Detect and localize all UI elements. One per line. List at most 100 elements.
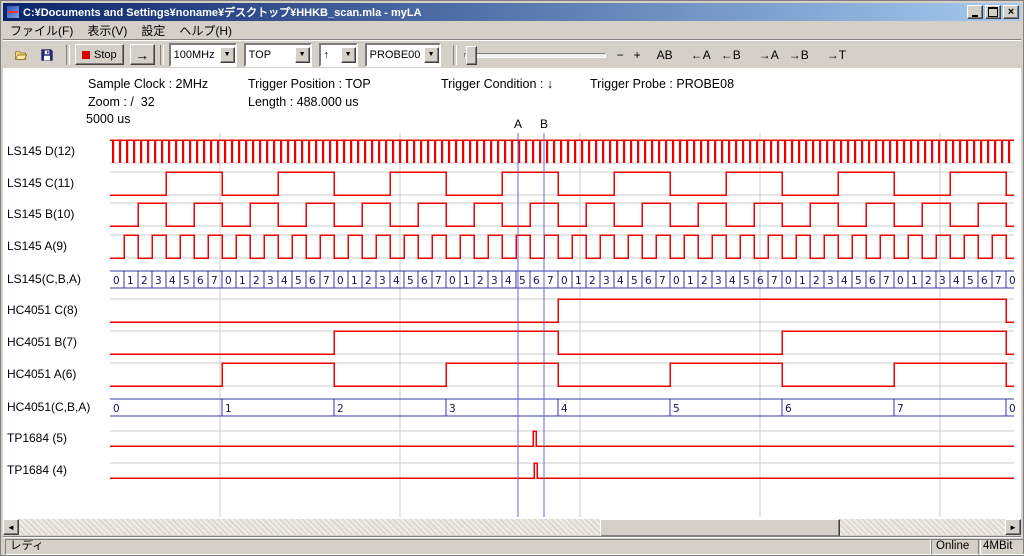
waveform-pulse — [700, 140, 702, 163]
channel-label[interactable]: HC4051 C(8) — [7, 303, 78, 317]
close-button[interactable]: × — [1003, 5, 1019, 19]
waveform-pulse — [721, 140, 723, 163]
open-button[interactable] — [9, 44, 33, 66]
scrollbar-thumb[interactable] — [600, 519, 840, 537]
channel-label[interactable]: LS145 D(12) — [7, 144, 75, 158]
bus-value: 2 — [477, 275, 484, 287]
goto-a-left-button[interactable]: ←A — [686, 45, 716, 65]
goto-trigger-button[interactable]: →T — [822, 45, 851, 65]
maximize-icon — [988, 7, 998, 17]
minimize-button[interactable] — [967, 5, 983, 19]
waveform-pulse — [658, 140, 660, 163]
zoom-slider[interactable] — [464, 45, 606, 65]
goto-b-right-button[interactable]: →B — [784, 45, 814, 65]
trigger-position-select[interactable]: TOP ▼ — [244, 43, 312, 67]
waveform-pulse — [812, 140, 814, 163]
waveform-pulse — [574, 140, 576, 163]
channel-label[interactable]: HC4051 B(7) — [7, 335, 77, 349]
channel-label[interactable]: HC4051(C,B,A) — [7, 400, 90, 414]
window-buttons: × — [967, 5, 1019, 19]
probe-select[interactable]: PROBE00 ▼ — [365, 43, 441, 67]
bus-value: 5 — [743, 275, 750, 287]
zoom-in-button[interactable]: + — [629, 45, 646, 65]
trigger-edge-select[interactable]: ↑ ▼ — [319, 43, 358, 67]
bus-value: 2 — [925, 275, 932, 287]
marker-label: B — [540, 117, 548, 131]
goto-b-left-button[interactable]: ←B — [716, 45, 746, 65]
waveform-pulse — [931, 140, 933, 163]
waveform-pulse — [497, 140, 499, 163]
waveform-pulse — [175, 140, 177, 163]
waveform-pulse — [336, 140, 338, 163]
length-info: Length : 488.000 us — [248, 95, 359, 109]
waveform-pulse — [602, 140, 604, 163]
waveform-pulse — [861, 140, 863, 163]
menu-help[interactable]: ヘルプ(H) — [172, 21, 239, 40]
menu-file[interactable]: ファイル(F) — [3, 21, 80, 40]
waveform-pulse — [273, 140, 275, 163]
waveform-pulse — [623, 140, 625, 163]
channel-label[interactable]: TP1684 (4) — [7, 463, 67, 477]
chevron-down-icon: ▼ — [224, 51, 231, 58]
titlebar[interactable]: C:¥Documents and Settings¥noname¥デスクトップ¥… — [3, 3, 1021, 21]
goto-a-right-button[interactable]: →A — [754, 45, 784, 65]
sample-clock-select[interactable]: 100MHz ▼ — [169, 43, 237, 67]
dropdown-button[interactable]: ▼ — [424, 47, 439, 63]
bus-value: 7 — [659, 275, 666, 287]
waveform-pulse — [980, 140, 982, 163]
waveform-pulse — [987, 140, 989, 163]
waveform-pulse — [224, 140, 226, 163]
bus-value: 3 — [827, 275, 834, 287]
scroll-right-button[interactable]: ► — [1005, 519, 1021, 535]
waveform-pulse — [784, 140, 786, 163]
menu-view[interactable]: 表示(V) — [80, 21, 134, 40]
channel-label[interactable]: LS145 B(10) — [7, 207, 74, 221]
channel-label[interactable]: LS145 A(9) — [7, 239, 67, 253]
waveform-pulse — [308, 140, 310, 163]
menu-settings[interactable]: 設定 — [134, 21, 172, 40]
ab-button[interactable]: AB — [652, 45, 678, 65]
waveform-pulse — [833, 140, 835, 163]
scroll-left-button[interactable]: ◄ — [3, 519, 19, 535]
channel-label[interactable]: LS145 C(11) — [7, 176, 74, 190]
waveform-pulse — [826, 140, 828, 163]
channel-label[interactable]: HC4051 A(6) — [7, 367, 76, 381]
bus-value: 0 — [673, 275, 680, 287]
run-button[interactable]: → — [130, 44, 155, 65]
channel-label[interactable]: TP1684 (5) — [7, 431, 67, 445]
channel-label[interactable]: LS145(C,B,A) — [7, 272, 81, 286]
bus-value: 5 — [295, 275, 302, 287]
dropdown-button[interactable]: ▼ — [295, 47, 310, 63]
toolbar-separator — [66, 45, 70, 65]
zoom-slider-track[interactable] — [464, 53, 606, 58]
waveform-pulse — [434, 140, 436, 163]
waveform-pulse — [973, 140, 975, 163]
bus-value: 3 — [715, 275, 722, 287]
waveform-display[interactable]: 0123456701234567012345670123456701234567… — [108, 115, 1018, 520]
waveform-pulse — [889, 140, 891, 163]
dropdown-button[interactable]: ▼ — [220, 47, 235, 63]
bus-value: 0 — [897, 275, 904, 287]
waveform-pulse — [1008, 140, 1010, 163]
folder-open-icon — [15, 47, 27, 63]
waveform-pulse — [364, 140, 366, 163]
bus-value: 6 — [197, 275, 204, 287]
save-button[interactable] — [35, 44, 59, 66]
zoom-slider-thumb[interactable] — [466, 46, 477, 65]
stop-label: Stop — [94, 49, 117, 61]
maximize-button[interactable] — [985, 5, 1001, 19]
stop-button[interactable]: Stop — [75, 44, 124, 65]
horizontal-scrollbar[interactable]: ◄ ► — [3, 519, 1021, 535]
bus-value: 0 — [337, 275, 344, 287]
waveform-pulse — [126, 140, 128, 163]
waveform-pulse — [546, 140, 548, 163]
bus-value: 1 — [225, 403, 232, 415]
bus-value: 7 — [771, 275, 778, 287]
bus-value: 7 — [995, 275, 1002, 287]
waveform-pulse — [917, 140, 919, 163]
zoom-out-button[interactable]: − — [612, 45, 629, 65]
bus-value: 5 — [631, 275, 638, 287]
waveform-pulse — [896, 140, 898, 163]
trigger-position-value: TOP — [246, 49, 295, 61]
dropdown-button[interactable]: ▼ — [341, 47, 356, 63]
